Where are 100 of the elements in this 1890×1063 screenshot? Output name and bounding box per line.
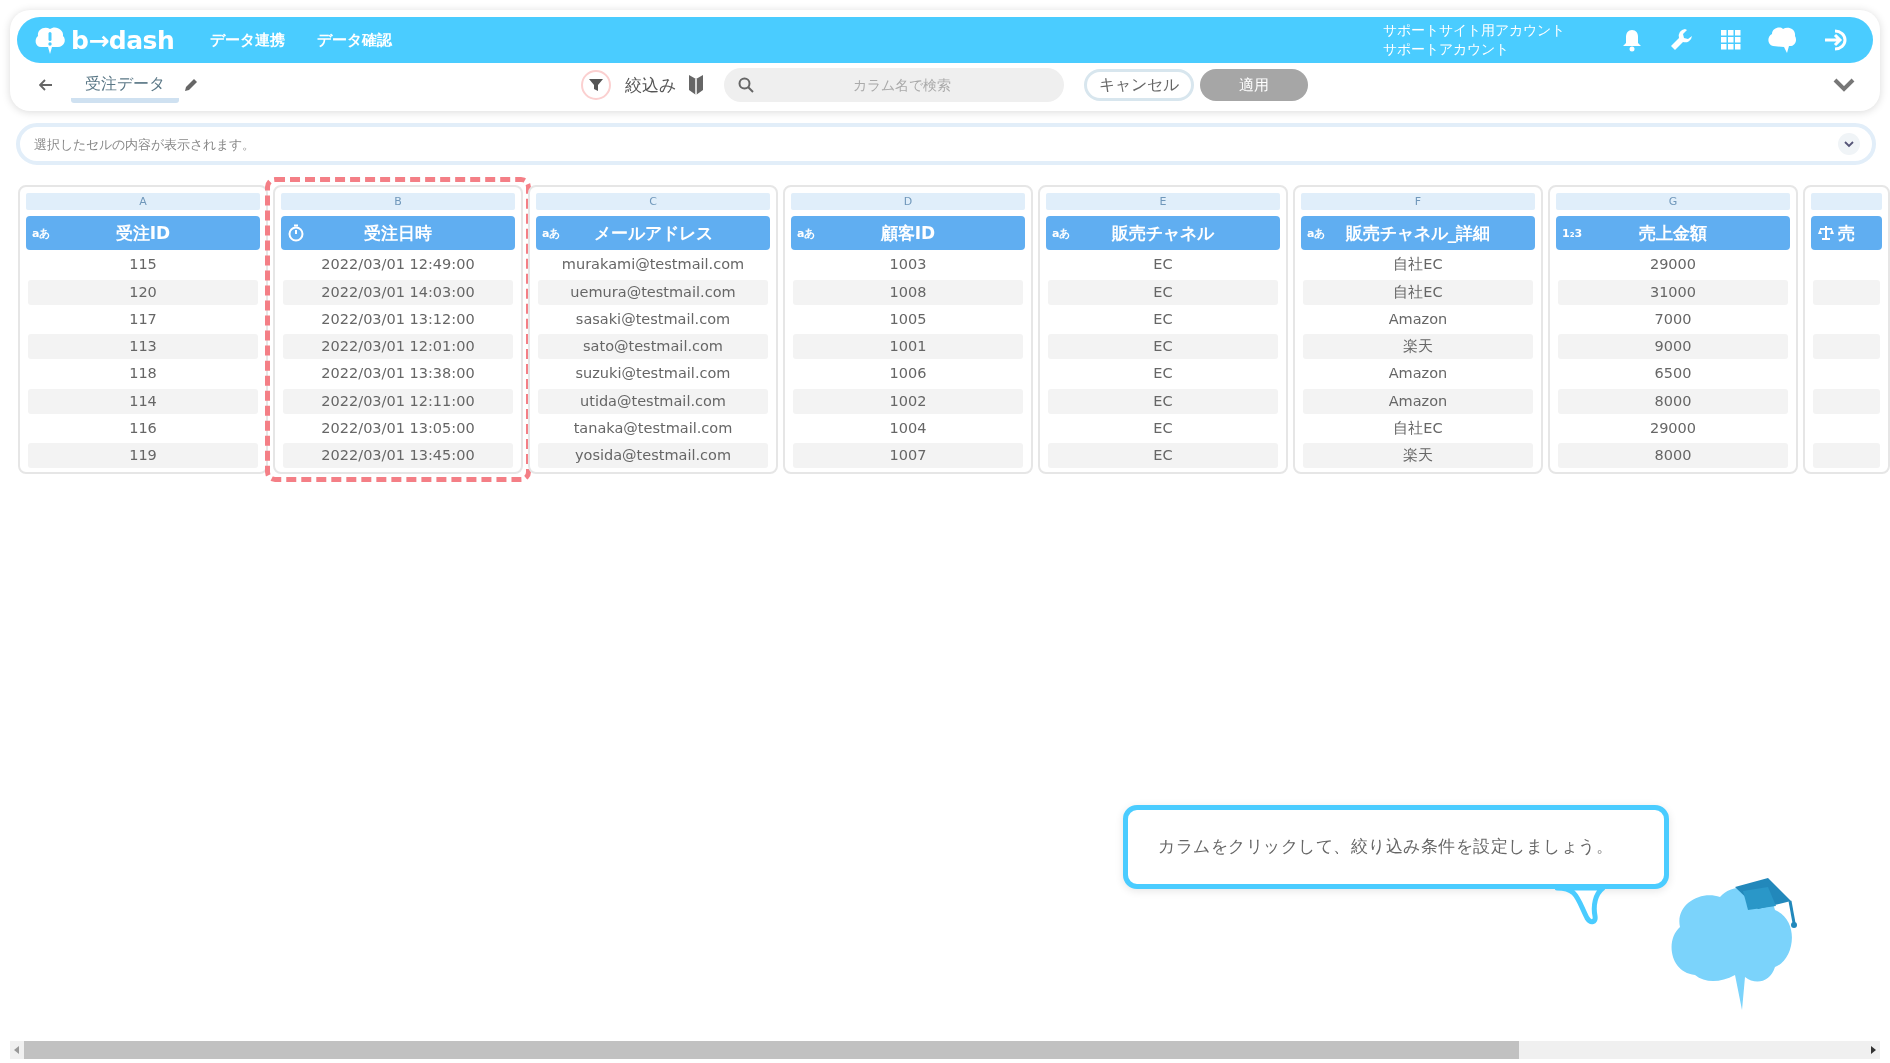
column-letter: D <box>791 193 1025 210</box>
table-cell: uemura@testmail.com <box>538 279 768 305</box>
bell-icon[interactable] <box>1621 28 1643 52</box>
scale-icon <box>1817 224 1835 242</box>
table-cell-text: 1006 <box>888 364 928 384</box>
table-cell-text: EC <box>1152 364 1174 384</box>
filter-button[interactable] <box>581 70 611 100</box>
column-header[interactable]: 売 <box>1811 216 1882 250</box>
scroll-thumb[interactable] <box>24 1041 1519 1059</box>
chevron-down-icon[interactable] <box>1838 133 1860 155</box>
search-field[interactable]: カラム名で検索 <box>724 68 1064 102</box>
column-letter: F <box>1301 193 1535 210</box>
table-cell: Amazon <box>1303 388 1533 414</box>
column-card[interactable]: E aあ 販売チャネル EC EC EC EC EC EC EC EC <box>1038 185 1288 475</box>
wrench-icon[interactable] <box>1669 27 1695 53</box>
table-cell-text: 1003 <box>888 255 928 275</box>
table-cell: 1001 <box>793 334 1023 359</box>
type-label: aあ <box>797 225 816 241</box>
table-cell-text: 2022/03/01 12:49:00 <box>320 255 476 275</box>
data-title: 受注データ <box>71 73 179 103</box>
column-card[interactable]: G 1₂3 売上金額 29000 31000 7000 9000 6500 8000 29000 8000 <box>1548 185 1798 475</box>
back-arrow-icon[interactable] <box>39 79 53 91</box>
filter-icon <box>588 77 604 93</box>
filter-label: 絞込み <box>625 73 676 97</box>
cancel-button[interactable]: キャンセル <box>1084 69 1194 101</box>
table-cell-text: 自社EC <box>1392 418 1444 438</box>
table-cell: 1008 <box>793 279 1023 305</box>
cell-content-input[interactable]: 選択したセルの内容が表示されます。 <box>32 135 1838 153</box>
column-card[interactable]: 売 <box>1803 185 1890 475</box>
table-cell-text: 自社EC <box>1392 255 1444 275</box>
type-label: aあ <box>1307 225 1326 241</box>
table-cell: 120 <box>28 279 258 305</box>
table-cell: utida@testmail.com <box>538 388 768 414</box>
logo-text: b→dash <box>71 25 175 55</box>
table-cell: 自社EC <box>1303 279 1533 305</box>
type-label: aあ <box>32 225 51 241</box>
table-cell-text: 7000 <box>1653 309 1693 329</box>
table-cell: sato@testmail.com <box>538 334 768 359</box>
table-cell: 2022/03/01 14:03:00 <box>283 279 513 305</box>
table-cell: EC <box>1048 279 1278 305</box>
column-header[interactable]: 1₂3 売上金額 <box>1556 216 1790 250</box>
type-label: aあ <box>542 225 561 241</box>
nav-link[interactable]: データ確認 <box>317 30 393 50</box>
pencil-icon[interactable] <box>183 77 199 93</box>
logo-icon <box>33 25 67 55</box>
nav-link[interactable]: データ連携 <box>210 30 286 50</box>
table-cell: 2022/03/01 12:01:00 <box>283 334 513 359</box>
column-card[interactable]: B 受注日時 2022/03/01 12:49:00 2022/03/01 14:03:00 2022/03/01 13:12:00 2022/03/01 12:01:00 2022/03/01 13:38:00 2022/03/01 12:11:00 2022/03/01 13:05:00 2022/03/01 13:45:00 <box>273 185 523 475</box>
beginner-mark-icon[interactable] <box>688 74 704 96</box>
column-letter: C <box>536 193 770 210</box>
table-cell-text: 117 <box>128 309 158 329</box>
table-cell: 1002 <box>793 388 1023 414</box>
search-input[interactable]: カラム名で検索 <box>754 76 1050 94</box>
table-cell-text: 118 <box>128 364 158 384</box>
account-name: サポートアカウント <box>1383 40 1510 59</box>
table-cell: 31000 <box>1558 279 1788 305</box>
table-cell-text: suzuki@testmail.com <box>574 364 732 384</box>
column-letter: A <box>26 193 260 210</box>
type-label: 1₂3 <box>1562 226 1583 240</box>
table-cell: 2022/03/01 13:45:00 <box>283 443 513 468</box>
mascot-icon[interactable] <box>1767 26 1797 54</box>
column-card[interactable]: D aあ 顧客ID 1003 1008 1005 1001 1006 1002 1004 1007 <box>783 185 1033 475</box>
cell-content-field[interactable]: 選択したセルの内容が表示されます。 <box>16 123 1876 165</box>
table-cell: yosida@testmail.com <box>538 443 768 468</box>
table-cell-text: 1004 <box>888 418 928 438</box>
column-header[interactable]: aあ 販売チャネル_詳細 <box>1301 216 1535 250</box>
table-cell-text: 6500 <box>1653 364 1693 384</box>
column-card[interactable]: C aあ メールアドレス murakami@testmail.com uemura@testmail.com sasaki@testmail.com sato@testmail.com suzuki@testmail.com utida@testmail.com tanaka@testmail.com yosida@testmail.com <box>528 185 778 475</box>
table-cell: 114 <box>28 388 258 414</box>
table-cell: EC <box>1048 334 1278 359</box>
stopwatch-icon <box>287 224 305 242</box>
table-cell: EC <box>1048 388 1278 414</box>
table-cell-text: 2022/03/01 13:12:00 <box>320 309 476 329</box>
chevron-down-icon[interactable] <box>1833 78 1855 92</box>
table-cell-text: tanaka@testmail.com <box>572 418 734 438</box>
table-cell: 2022/03/01 12:11:00 <box>283 388 513 414</box>
column-header[interactable]: aあ 顧客ID <box>791 216 1025 250</box>
account-name: サポートサイト用アカウント <box>1383 21 1565 40</box>
column-letter: B <box>281 193 515 210</box>
table-cell: 119 <box>28 443 258 468</box>
table-cell: 1007 <box>793 443 1023 468</box>
table-cell: 113 <box>28 334 258 359</box>
table-cell-text: 29000 <box>1648 418 1698 438</box>
table-cell-text: EC <box>1152 418 1174 438</box>
column-header[interactable]: aあ メールアドレス <box>536 216 770 250</box>
table-cell: 9000 <box>1558 334 1788 359</box>
column-header[interactable]: 受注日時 <box>281 216 515 250</box>
type-label: aあ <box>1052 225 1071 241</box>
column-card[interactable]: A aあ 受注ID 115 120 117 113 118 114 116 119 <box>18 185 268 475</box>
grid-icon[interactable] <box>1721 30 1741 50</box>
column-header[interactable]: aあ 受注ID <box>26 216 260 250</box>
column-header[interactable]: aあ 販売チャネル <box>1046 216 1280 250</box>
column-card[interactable]: F aあ 販売チャネル_詳細 自社EC 自社EC Amazon 楽天 Amazon Amazon 自社EC 楽天 <box>1293 185 1543 475</box>
table-cell-text: EC <box>1152 309 1174 329</box>
column-letter: G <box>1556 193 1790 210</box>
column-letter-bar <box>1811 193 1882 210</box>
table-cell-text: 115 <box>128 255 158 275</box>
table-cell-text: 1005 <box>888 309 928 329</box>
column-letter: E <box>1046 193 1280 210</box>
horizontal-scrollbar[interactable] <box>10 1041 1880 1059</box>
